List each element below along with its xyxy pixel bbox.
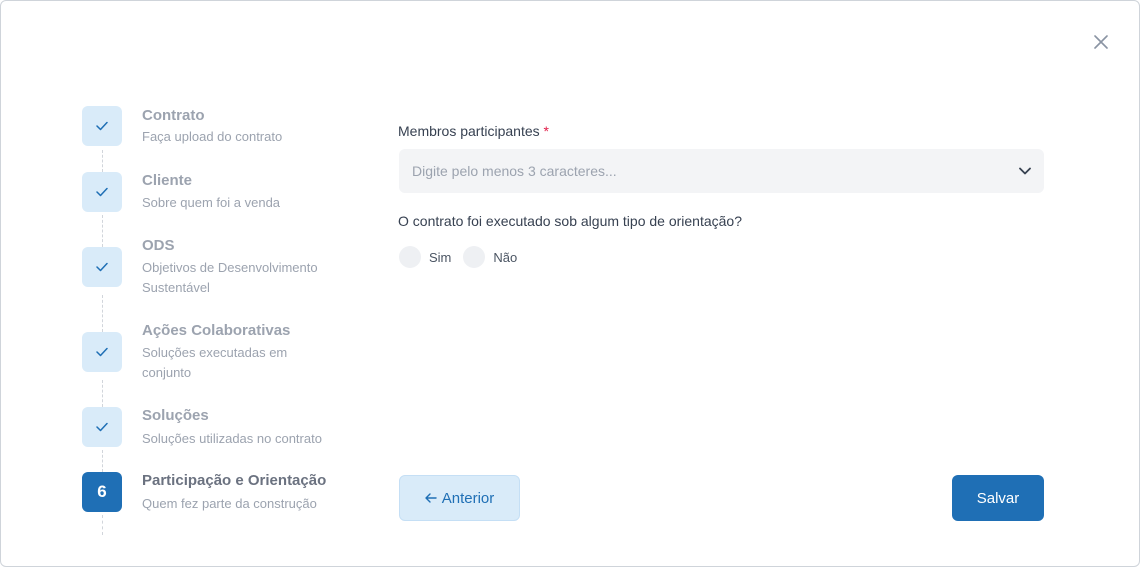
step-status-box: [82, 407, 122, 447]
radio-button[interactable]: [399, 246, 421, 268]
step-connector: [102, 215, 103, 247]
orientation-radio-group: Sim Não: [399, 246, 529, 268]
step-subtitle: Quem fez parte da construção: [142, 496, 317, 511]
radio-button[interactable]: [463, 246, 486, 268]
step-title: Cliente: [142, 172, 193, 189]
check-icon: [96, 262, 108, 272]
step-status-box: [82, 247, 122, 287]
step-status-box: 6: [82, 472, 122, 512]
members-select-placeholder: Digite pelo menos 3 caracteres...: [412, 163, 617, 179]
radio-option-no[interactable]: Não: [463, 246, 517, 268]
orientation-question: O contrato foi executado sob algum tipo …: [398, 213, 742, 229]
step-connector: [102, 380, 103, 407]
save-button[interactable]: Salvar: [952, 475, 1044, 521]
step-number: 6: [97, 482, 107, 501]
required-asterisk: *: [543, 123, 549, 139]
step-status-box: [82, 332, 122, 372]
radio-label: Não: [493, 249, 518, 265]
step-title: Contrato: [142, 107, 205, 124]
step-subtitle: Faça upload do contrato: [142, 129, 283, 144]
radio-label: Sim: [429, 249, 452, 265]
step-status-box: [82, 106, 122, 146]
step-subtitle: Sobre quem foi a venda: [142, 195, 281, 210]
step-subtitle: Objetivos de Desenvolvimento Sustentável: [142, 260, 318, 295]
step-subtitle: Soluções utilizadas no contrato: [142, 431, 322, 446]
save-button-label: Salvar: [976, 489, 1020, 507]
members-label-text: Membros participantes: [398, 123, 540, 139]
check-icon: [96, 422, 108, 432]
step-status-box: [82, 172, 122, 212]
step-connector: [102, 150, 103, 172]
step-title: Soluções: [142, 407, 209, 424]
previous-button-label: Anterior: [441, 489, 495, 507]
step-connector: [102, 515, 103, 535]
previous-button[interactable]: Anterior: [399, 475, 520, 521]
arrow-left-icon: [425, 493, 437, 503]
check-icon: [96, 347, 108, 357]
step-title: ODS: [142, 237, 175, 254]
members-label: Membros participantes *: [398, 123, 549, 139]
step-connector: [102, 450, 103, 472]
modal-dialog: Contrato Faça upload do contrato Cliente…: [0, 0, 1140, 567]
close-icon: [1094, 35, 1108, 49]
step-title: Participação e Orientação: [142, 472, 327, 489]
step-title: Ações Colaborativas: [142, 322, 291, 339]
step-subtitle: Soluções executadas em conjunto: [142, 345, 288, 380]
chevron-down-icon: [1019, 167, 1031, 175]
members-select[interactable]: Digite pelo menos 3 caracteres...: [399, 149, 1044, 193]
step-connector: [102, 295, 103, 332]
radio-option-yes[interactable]: Sim: [399, 246, 451, 268]
close-button[interactable]: [1090, 31, 1112, 53]
check-icon: [96, 187, 108, 197]
check-icon: [96, 121, 108, 131]
